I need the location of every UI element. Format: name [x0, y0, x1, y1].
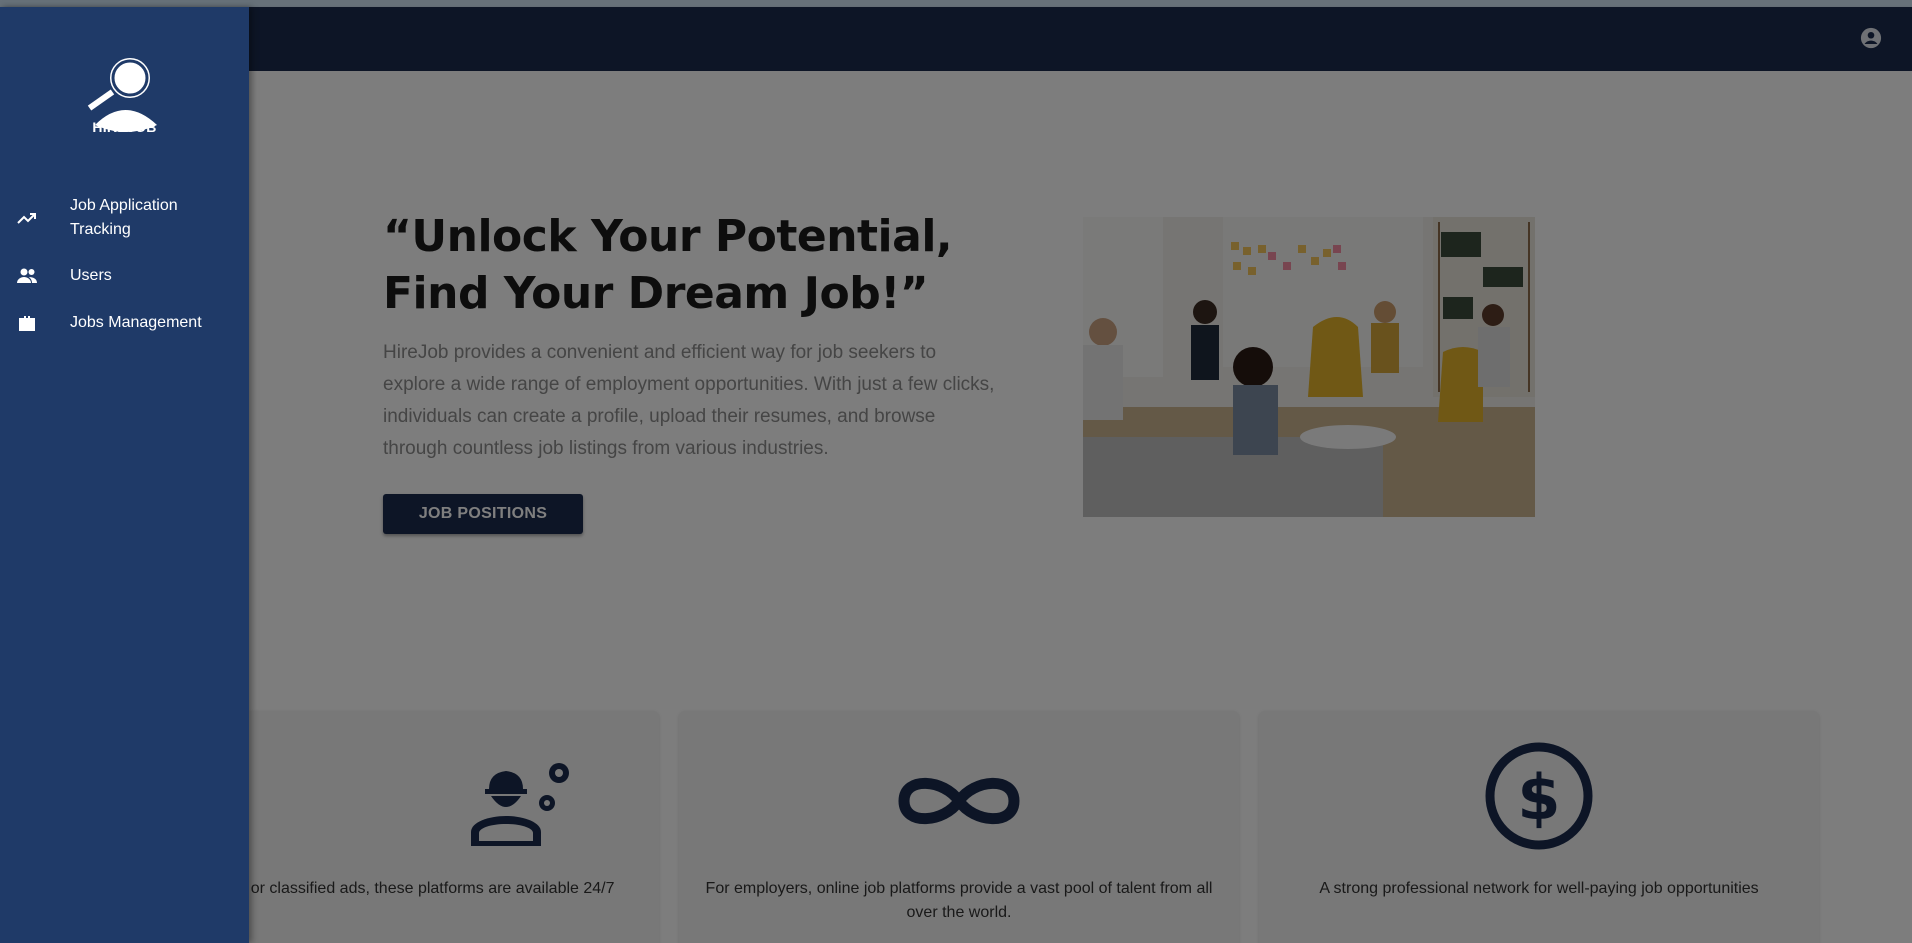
- sidebar-item-label: Job Application Tracking: [70, 197, 178, 238]
- trending-up-icon: [17, 213, 36, 224]
- sidebar-item-job-application-tracking[interactable]: Job Application Tracking: [0, 192, 249, 244]
- sidebar-item-label: Users: [70, 267, 112, 284]
- sidebar-item-label: Jobs Management: [70, 314, 202, 331]
- sidebar-item-jobs-management[interactable]: Jobs Management: [0, 309, 249, 337]
- briefcase-icon: [19, 316, 35, 331]
- drawer-backdrop[interactable]: [0, 0, 1912, 943]
- sidebar-drawer: HIREJOB Job Application Tracking Users J…: [0, 7, 249, 943]
- sidebar-item-users[interactable]: Users: [0, 262, 249, 290]
- logo-text: HIREJOB: [92, 119, 157, 135]
- people-icon: [17, 268, 37, 283]
